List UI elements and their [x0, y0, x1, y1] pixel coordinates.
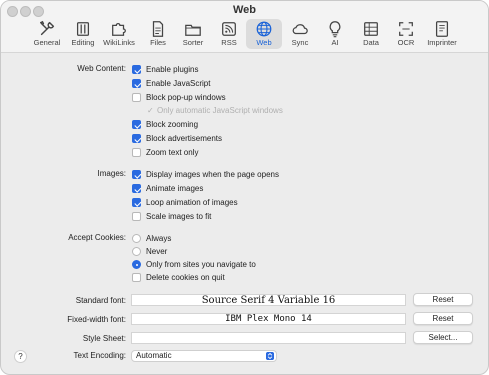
radio-label: Always — [146, 234, 172, 243]
checkbox-label: Block advertisements — [146, 134, 223, 143]
document-icon — [152, 21, 164, 37]
checkbox-box[interactable] — [132, 65, 141, 74]
standard-font-field[interactable]: Source Serif 4 Variable 16 — [131, 294, 406, 306]
imprinter-icon — [435, 21, 449, 37]
web-content-label: Web Content: — [77, 64, 126, 73]
radio-label: Only from sites you navigate to — [146, 260, 256, 269]
tab-label: Imprinter — [427, 38, 457, 47]
checkbox-label: Only automatic JavaScript windows — [157, 106, 283, 115]
help-button[interactable]: ? — [14, 350, 27, 363]
window-title: Web — [232, 4, 257, 16]
standard-font-label: Standard font: — [75, 296, 126, 305]
style-sheet-field[interactable] — [131, 332, 406, 344]
web-settings-panel: Web Content: Enable plugins Enable JavaS… — [1, 53, 488, 374]
tab-imprinter[interactable]: Imprinter — [424, 19, 460, 49]
standard-font-reset-button[interactable]: Reset — [413, 293, 473, 306]
scan-icon — [399, 22, 413, 36]
puzzle-icon — [112, 22, 126, 36]
text-encoding-label: Text Encoding: — [73, 351, 126, 360]
globe-icon — [256, 21, 272, 37]
style-sheet-select-button[interactable]: Select... — [413, 331, 473, 344]
radio-label: Never — [146, 247, 168, 256]
checkbox-box[interactable] — [132, 273, 141, 282]
checkbox-label: Enable plugins — [146, 65, 199, 74]
checkbox-label: Loop animation of images — [146, 198, 238, 207]
checkbox-box[interactable] — [132, 170, 141, 179]
checkbox-box[interactable] — [132, 184, 141, 193]
tab-wikilinks[interactable]: WikiLinks — [101, 19, 137, 49]
checkbox-label: Block zooming — [146, 120, 199, 129]
cloud-icon — [292, 24, 308, 35]
checkbox-label: Animate images — [146, 184, 204, 193]
checkbox-box[interactable] — [132, 198, 141, 207]
folder-icon — [185, 24, 201, 36]
text-encoding-value: Automatic — [136, 351, 172, 360]
fixed-width-font-label: Fixed-width font: — [67, 315, 126, 324]
radio-button[interactable] — [132, 247, 141, 256]
checkbox-box[interactable] — [132, 212, 141, 221]
checkbox-box[interactable] — [132, 120, 141, 129]
table-icon — [364, 22, 378, 36]
fixed-width-font-reset-button[interactable]: Reset — [413, 312, 473, 325]
preferences-window: Web General Editing WikiLinks Files Sort… — [0, 0, 489, 375]
checkbox-box[interactable] — [132, 148, 141, 157]
radio-button[interactable] — [132, 260, 141, 269]
images-label: Images: — [97, 169, 126, 178]
checkbox-label: Zoom text only — [146, 148, 199, 157]
fixed-width-font-field[interactable]: IBM Plex Mono 14 — [131, 313, 406, 325]
style-sheet-label: Style Sheet: — [82, 334, 126, 343]
checkbox-label: Delete cookies on quit — [146, 273, 225, 282]
tools-icon — [39, 20, 55, 36]
checkbox-label: Scale images to fit — [146, 212, 212, 221]
checkbox-box[interactable] — [132, 134, 141, 143]
rss-icon — [222, 22, 236, 36]
checkbox-box[interactable] — [132, 93, 141, 102]
checkmark-icon: ✓ — [147, 106, 154, 115]
radio-button[interactable] — [132, 234, 141, 243]
checkbox-label: Display images when the page opens — [146, 170, 279, 179]
checkbox-box[interactable] — [132, 79, 141, 88]
accept-cookies-label: Accept Cookies: — [68, 233, 126, 242]
lightbulb-icon — [329, 21, 341, 38]
pencil-icon — [76, 22, 90, 36]
checkbox-label: Enable JavaScript — [146, 79, 211, 88]
text-encoding-select[interactable]: Automatic — [131, 350, 277, 362]
chevron-updown-icon — [266, 352, 274, 360]
checkbox-label: Block pop-up windows — [146, 93, 226, 102]
title-bar: Web General Editing WikiLinks Files Sort… — [1, 1, 488, 53]
